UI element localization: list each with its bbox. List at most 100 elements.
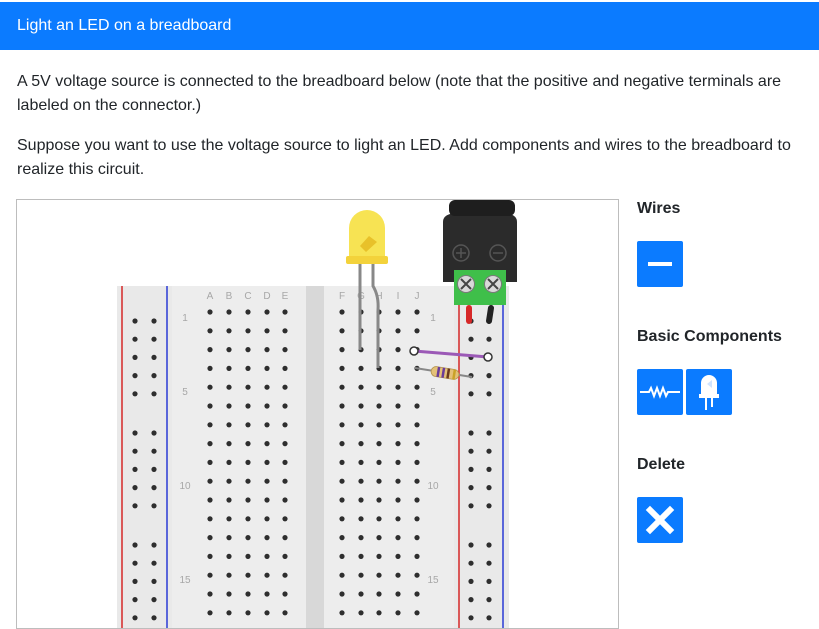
wire-tool-button[interactable] xyxy=(637,241,683,287)
breadboard-hole xyxy=(376,384,382,390)
breadboard-hole xyxy=(414,328,420,334)
breadboard-hole xyxy=(245,591,251,597)
breadboard-hole xyxy=(226,384,232,390)
breadboard-hole xyxy=(395,591,401,597)
breadboard-hole xyxy=(226,365,232,371)
minus-icon xyxy=(648,262,672,266)
breadboard-hole xyxy=(245,384,251,390)
breadboard-hole xyxy=(245,309,251,315)
breadboard-hole xyxy=(226,309,232,315)
breadboard-hole xyxy=(358,403,364,409)
breadboard-canvas[interactable]: A B C D E F G H I J 1 1 5 5 10 10 15 15 xyxy=(16,199,619,629)
breadboard-hole xyxy=(376,459,382,465)
led-icon xyxy=(699,375,719,410)
breadboard-hole xyxy=(245,459,251,465)
rail-hole xyxy=(132,318,138,324)
breadboard-hole xyxy=(226,347,232,353)
breadboard-hole xyxy=(226,610,232,616)
rail-hole xyxy=(132,373,138,379)
breadboard-hole xyxy=(358,441,364,447)
rail-hole xyxy=(151,336,157,342)
rail-hole xyxy=(486,560,492,566)
rail-hole xyxy=(468,430,474,436)
rail-hole xyxy=(486,430,492,436)
breadboard-hole xyxy=(207,497,213,503)
breadboard-hole xyxy=(207,422,213,428)
rail-hole xyxy=(486,503,492,509)
breadboard-hole xyxy=(264,478,270,484)
breadboard-hole xyxy=(207,309,213,315)
close-icon xyxy=(645,505,675,535)
row-number: 10 xyxy=(179,481,191,492)
rail-hole xyxy=(132,466,138,472)
breadboard-hole xyxy=(395,516,401,522)
breadboard-svg[interactable]: A B C D E F G H I J1 15 510 1015 15 xyxy=(17,200,619,629)
rail-hole xyxy=(468,560,474,566)
rail-hole xyxy=(468,485,474,491)
breadboard-hole xyxy=(395,553,401,559)
breadboard-hole xyxy=(245,516,251,522)
breadboard-hole xyxy=(339,441,345,447)
rail-hole xyxy=(132,503,138,509)
resistor-tool-button[interactable] xyxy=(637,369,683,415)
breadboard-hole xyxy=(245,365,251,371)
rail-hole xyxy=(132,430,138,436)
breadboard-hole xyxy=(376,591,382,597)
rail-hole xyxy=(151,373,157,379)
breadboard-hole xyxy=(282,422,288,428)
column-letter: E xyxy=(282,291,289,302)
basic-components-section-title: Basic Components xyxy=(637,328,782,345)
breadboard-hole xyxy=(226,328,232,334)
breadboard-hole xyxy=(395,384,401,390)
rail-hole xyxy=(486,336,492,342)
breadboard-hole xyxy=(414,478,420,484)
instruction-paragraph-2: Suppose you want to use the voltage sour… xyxy=(17,137,791,178)
rail-hole xyxy=(132,578,138,584)
breadboard-hole xyxy=(226,403,232,409)
row-number: 10 xyxy=(427,481,439,492)
rail-hole xyxy=(468,336,474,342)
breadboard-hole xyxy=(395,497,401,503)
wire-endpoint xyxy=(409,346,419,356)
breadboard-hole xyxy=(395,403,401,409)
rail-hole xyxy=(151,354,157,360)
breadboard-hole xyxy=(282,535,288,541)
instruction-paragraph-1: A 5V voltage source is connected to the … xyxy=(17,73,782,114)
breadboard-hole xyxy=(226,591,232,597)
breadboard-hole xyxy=(282,347,288,353)
breadboard-hole xyxy=(226,497,232,503)
led-tool-button[interactable] xyxy=(686,369,732,415)
breadboard-hole xyxy=(282,591,288,597)
breadboard-hole xyxy=(414,497,420,503)
breadboard-hole xyxy=(358,572,364,578)
page-title: Light an LED on a breadboard xyxy=(17,17,232,34)
breadboard-hole xyxy=(245,553,251,559)
column-letter: B xyxy=(226,291,233,302)
breadboard-hole xyxy=(207,535,213,541)
rail-hole xyxy=(132,597,138,603)
delete-tool-button[interactable] xyxy=(637,497,683,543)
breadboard-hole xyxy=(395,459,401,465)
led-rim xyxy=(346,256,388,264)
breadboard-hole xyxy=(282,516,288,522)
breadboard-hole xyxy=(358,535,364,541)
breadboard-hole xyxy=(264,553,270,559)
breadboard-hole xyxy=(395,309,401,315)
breadboard-hole xyxy=(376,441,382,447)
breadboard-hole xyxy=(282,384,288,390)
column-letter: J xyxy=(415,291,420,302)
breadboard-hole xyxy=(207,459,213,465)
breadboard-hole xyxy=(245,328,251,334)
rail-hole xyxy=(486,448,492,454)
rail-hole xyxy=(151,560,157,566)
breadboard-hole xyxy=(339,384,345,390)
breadboard-hole xyxy=(264,328,270,334)
rail-hole xyxy=(132,448,138,454)
column-letter: A xyxy=(207,291,214,302)
delete-section-title: Delete xyxy=(637,456,686,473)
breadboard-hole xyxy=(226,459,232,465)
breadboard-hole xyxy=(226,535,232,541)
breadboard-hole xyxy=(282,459,288,465)
breadboard-hole xyxy=(226,516,232,522)
breadboard-hole xyxy=(264,610,270,616)
